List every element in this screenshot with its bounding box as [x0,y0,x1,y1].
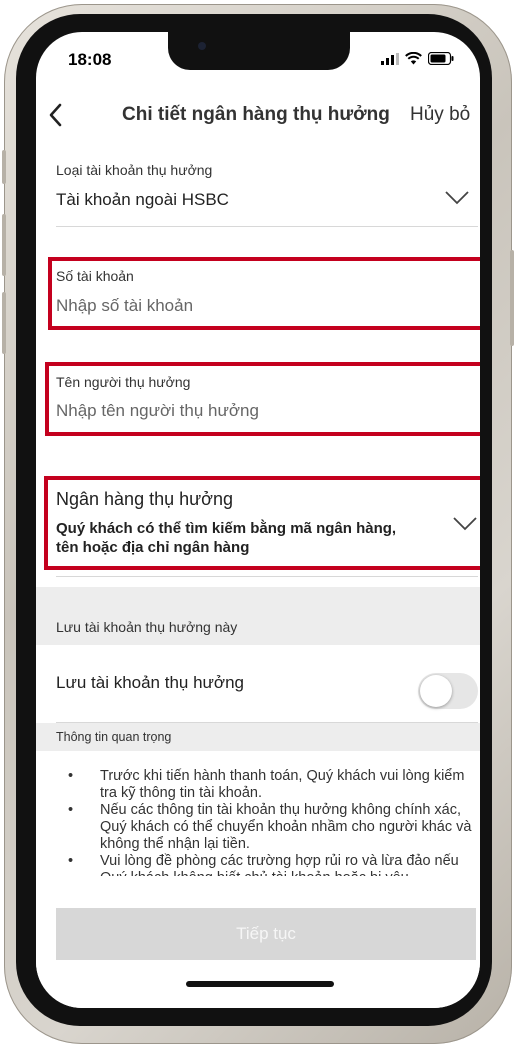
bullet: • [68,853,74,869]
chevron-down-icon [445,191,469,205]
toggle-knob [420,675,452,707]
camera-icon [198,42,206,50]
save-section-header: Lưu tài khoản thụ hưởng này [36,587,480,645]
beneficiary-bank-hint: Quý khách có thể tìm kiếm bằng mã ngân h… [56,519,396,557]
bank-hint-line-2: tên hoặc địa chỉ ngân hàng [56,539,250,556]
notch [168,32,350,70]
signal-icon [381,52,399,65]
bullet: • [68,768,74,784]
save-section-title: Lưu tài khoản thụ hưởng này [56,619,238,635]
important-info-list: • Trước khi tiến hành thanh toán, Quý khá… [58,768,478,886]
list-item: • Trước khi tiến hành thanh toán, Quý khá… [68,768,465,801]
wifi-icon [405,52,422,65]
continue-button[interactable]: Tiếp tục [56,908,476,960]
save-beneficiary-toggle[interactable] [418,673,478,709]
status-icons [381,52,454,65]
battery-icon [428,52,454,65]
list-item: • Nếu các thông tin tài khoản thụ hưởng k… [68,802,472,852]
volume-up-button [2,214,6,276]
volume-down-button [2,292,6,354]
chevron-down-icon [453,517,477,531]
divider [56,576,478,577]
page-title: Chi tiết ngân hàng thụ hưởng [122,104,390,125]
silent-switch [2,150,6,184]
divider [56,226,478,227]
beneficiary-name-input[interactable]: Nhập tên người thụ hưởng [56,401,259,421]
status-time: 18:08 [68,50,112,69]
beneficiary-bank-label: Ngân hàng thụ hưởng [56,489,233,509]
account-type-value: Tài khoản ngoài HSBC [56,190,229,209]
back-chevron-icon[interactable] [46,102,66,128]
power-button [510,250,514,346]
account-type-label: Loại tài khoản thụ hưởng [56,162,213,178]
cancel-button[interactable]: Hủy bỏ [410,104,470,126]
account-number-input[interactable]: Nhập số tài khoản [56,296,193,316]
beneficiary-name-label: Tên người thụ hưởng [56,374,191,390]
save-toggle-label: Lưu tài khoản thụ hưởng [56,673,244,692]
home-indicator[interactable] [186,981,334,987]
important-info-header: Thông tin quan trọng [36,723,480,751]
bank-hint-line-1: Quý khách có thể tìm kiếm bằng mã ngân h… [56,520,397,537]
bullet: • [68,802,74,818]
app-screen: 18:08 Chi tiết ngân hàng thụ hưởng Hủy b… [36,32,480,1008]
nav-bar: Chi tiết ngân hàng thụ hưởng Hủy bỏ [36,94,480,136]
important-info-title: Thông tin quan trọng [56,730,172,744]
account-type-select[interactable]: Loại tài khoản thụ hưởng Tài khoản ngoài… [36,152,480,228]
account-number-label: Số tài khoản [56,268,134,284]
